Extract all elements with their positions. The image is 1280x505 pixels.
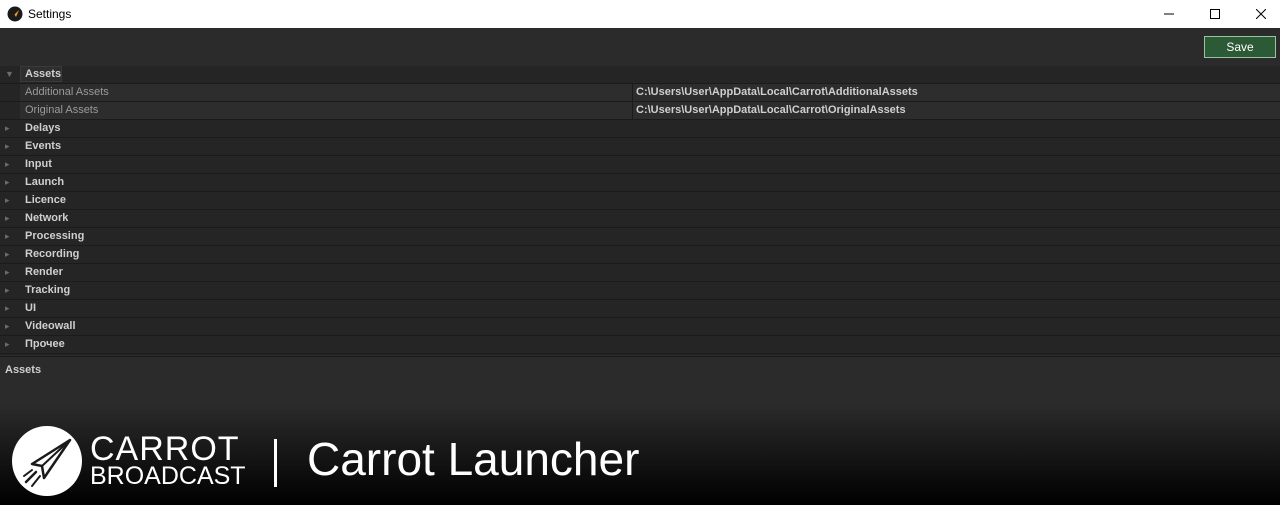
maximize-icon <box>1210 9 1220 19</box>
maximize-button[interactable] <box>1192 0 1238 28</box>
tree-group-label: Licence <box>25 194 66 206</box>
minimize-icon <box>1164 13 1174 15</box>
banner-divider <box>274 439 277 487</box>
property-row-additional-assets[interactable]: Additional Assets C:\Users\User\AppData\… <box>0 84 1280 102</box>
chevron-right-icon[interactable]: ▸ <box>5 338 15 350</box>
brand-banner: CARROT BROADCAST Carrot Launcher <box>0 405 1280 505</box>
tree-group-label: Tracking <box>25 284 71 296</box>
tree-group-render[interactable]: ▸ Render <box>0 264 1280 282</box>
close-icon <box>1256 9 1266 19</box>
chevron-right-icon[interactable]: ▸ <box>5 284 15 296</box>
column-separator <box>632 84 633 101</box>
chevron-right-icon[interactable]: ▸ <box>5 194 15 206</box>
row-gutter <box>0 102 20 119</box>
tree-group-events[interactable]: ▸ Events <box>0 138 1280 156</box>
chevron-right-icon[interactable]: ▸ <box>5 176 15 188</box>
tree-group-processing[interactable]: ▸ Processing <box>0 228 1280 246</box>
property-value[interactable]: C:\Users\User\AppData\Local\Carrot\Origi… <box>636 104 906 116</box>
tree-group-label: Delays <box>25 122 61 134</box>
brand-logo <box>12 426 82 496</box>
property-row-original-assets[interactable]: Original Assets C:\Users\User\AppData\Lo… <box>0 102 1280 120</box>
tree-group-recording[interactable]: ▸ Recording <box>0 246 1280 264</box>
chevron-down-icon[interactable]: ▼ <box>5 68 15 80</box>
tree-group-other[interactable]: ▸ Прочее <box>0 336 1280 354</box>
product-name: Carrot Launcher <box>307 433 640 485</box>
chevron-right-icon[interactable]: ▸ <box>5 302 15 314</box>
minimize-button[interactable] <box>1146 0 1192 28</box>
close-button[interactable] <box>1238 0 1280 28</box>
chevron-right-icon[interactable]: ▸ <box>5 230 15 242</box>
tree-group-label: Render <box>25 266 63 278</box>
tree-group-label: Assets <box>25 68 62 80</box>
save-button[interactable]: Save <box>1204 36 1276 58</box>
tree-group-label: Input <box>25 158 52 170</box>
tree-group-label: Network <box>25 212 69 224</box>
tree-group-label: Processing <box>25 230 85 242</box>
paper-plane-icon <box>23 438 72 487</box>
tree-group-label: Videowall <box>25 320 76 332</box>
tree-group-videowall[interactable]: ▸ Videowall <box>0 318 1280 336</box>
column-separator <box>632 102 633 119</box>
chevron-right-icon[interactable]: ▸ <box>5 122 15 134</box>
tree-group-tracking[interactable]: ▸ Tracking <box>0 282 1280 300</box>
tree-group-licence[interactable]: ▸ Licence <box>0 192 1280 210</box>
chevron-right-icon[interactable]: ▸ <box>5 266 15 278</box>
toolbar <box>0 29 1280 65</box>
tree-group-label: Recording <box>25 248 80 260</box>
chevron-right-icon[interactable]: ▸ <box>5 212 15 224</box>
property-value[interactable]: C:\Users\User\AppData\Local\Carrot\Addit… <box>636 86 918 98</box>
tree-group-label: UI <box>25 302 36 314</box>
app-icon <box>7 6 23 22</box>
tree-group-label: Launch <box>25 176 65 188</box>
row-gutter <box>0 84 20 101</box>
tree-group-ui[interactable]: ▸ UI <box>0 300 1280 318</box>
tree-group-delays[interactable]: ▸ Delays <box>0 120 1280 138</box>
chevron-right-icon[interactable]: ▸ <box>5 140 15 152</box>
chevron-right-icon[interactable]: ▸ <box>5 248 15 260</box>
window-title: Settings <box>28 7 72 21</box>
chevron-right-icon[interactable]: ▸ <box>5 158 15 170</box>
tree-group-input[interactable]: ▸ Input <box>0 156 1280 174</box>
description-title: Assets <box>5 364 42 376</box>
title-bar: Settings <box>0 0 1280 28</box>
tree-group-label: Events <box>25 140 62 152</box>
chevron-right-icon[interactable]: ▸ <box>5 320 15 332</box>
tree-group-network[interactable]: ▸ Network <box>0 210 1280 228</box>
tree-group-assets[interactable]: ▼ Assets <box>0 66 1280 84</box>
tree-group-label: Прочее <box>25 338 65 350</box>
property-name: Original Assets <box>25 104 99 116</box>
settings-tree: ▼ Assets Additional Assets C:\Users\User… <box>0 66 1280 355</box>
brand-name-line1: CARROT <box>90 430 240 468</box>
tree-group-launch[interactable]: ▸ Launch <box>0 174 1280 192</box>
property-name: Additional Assets <box>25 86 109 98</box>
brand-name-line2: BROADCAST <box>90 462 246 490</box>
